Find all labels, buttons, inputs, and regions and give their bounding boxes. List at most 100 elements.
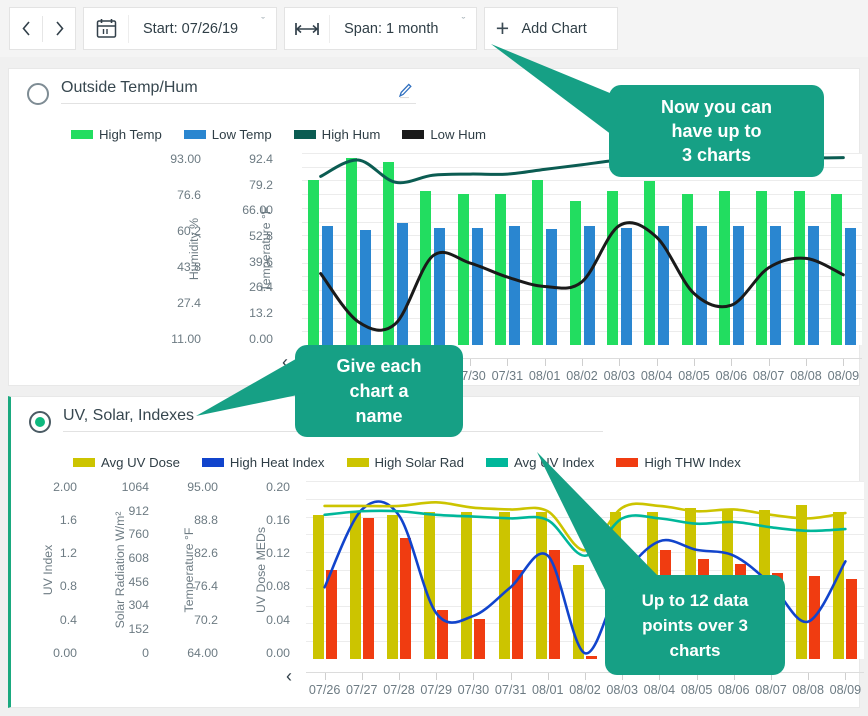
span-label: Span: 1 month: [344, 20, 439, 37]
axis-tick: 152: [128, 622, 149, 637]
axis-tick: 27.4: [177, 295, 201, 310]
axis-tick: 92.4: [249, 152, 273, 166]
x-label: 08/08: [790, 369, 822, 383]
axis-tick: 95.00: [187, 480, 218, 494]
legend-item-high-heat-index[interactable]: High Heat Index: [201, 454, 325, 470]
legend-swatch-icon: [485, 457, 508, 467]
x-label: 07/29: [420, 683, 452, 697]
axis-tick: 0.16: [266, 513, 290, 528]
x-tick: [362, 673, 363, 680]
x-label: 08/06: [718, 683, 750, 697]
axis-tick: 1.2: [59, 546, 77, 561]
legend-label: Avg UV Dose: [101, 454, 180, 470]
callout-line: chart a: [349, 380, 409, 401]
legend-item-low-temp[interactable]: Low Temp: [183, 126, 272, 142]
pencil-icon[interactable]: [397, 81, 413, 104]
axis-tick: 0.08: [266, 579, 290, 594]
callout-line: points over 3: [642, 615, 748, 635]
axis-tick: 13.2: [249, 306, 273, 321]
x-label: 08/01: [532, 683, 564, 697]
x-label: 07/31: [491, 369, 524, 383]
axis-tick: 0.4: [59, 612, 77, 627]
legend-item-high-thw-index[interactable]: High THW Index: [616, 455, 741, 470]
x-label: 08/07: [752, 369, 785, 383]
span-arrows-icon: [285, 8, 329, 49]
callout-line: Up to 12 data: [641, 590, 749, 610]
x-tick: [619, 359, 620, 366]
x-label: 07/30: [457, 683, 490, 697]
legend-item-avg-uv-index[interactable]: Avg UV Index: [485, 455, 594, 470]
axis-title: Temperature °F: [259, 206, 273, 292]
x-tick: [470, 359, 471, 366]
legend-swatch-icon: [201, 457, 224, 467]
x-tick: [473, 673, 474, 680]
x-tick: [731, 359, 732, 366]
axis-tick: 79.2: [249, 177, 273, 192]
axis-tick: 76.6: [177, 187, 201, 202]
x-tick: [582, 359, 583, 366]
legend-item-high-solar-rad[interactable]: High Solar Rad: [346, 454, 464, 470]
legend-item-high-temp[interactable]: High Temp: [71, 127, 162, 142]
legend-label: High Solar Rad: [374, 454, 464, 470]
chart-select-radio-2[interactable]: [29, 411, 51, 433]
span-chevron-down-icon[interactable]: ˇ: [450, 8, 476, 49]
add-chart-button[interactable]: + Add Chart: [484, 7, 618, 50]
legend-label: Low Hum: [430, 126, 487, 142]
legend-label: High THW Index: [644, 454, 741, 470]
x-label: 08/06: [715, 369, 748, 383]
axis-tick: 1.6: [59, 513, 77, 528]
x-label: 08/04: [640, 369, 673, 383]
x-label: 07/26: [308, 683, 341, 697]
span-group[interactable]: Span: 1 month ˇ: [284, 7, 478, 50]
legend-label: High Heat Index: [229, 454, 325, 470]
x-label: 08/05: [678, 369, 710, 383]
chart-scroll-left-button[interactable]: ‹: [286, 667, 292, 685]
x-label: 08/01: [528, 369, 561, 383]
x-label: 07/31: [494, 683, 527, 697]
x-tick: [507, 359, 508, 366]
legend-label: Low Temp: [211, 126, 272, 142]
legend-swatch-icon: [402, 129, 425, 139]
axis-tick: 0.00: [249, 331, 273, 346]
legend-item-low-hum[interactable]: Low Hum: [402, 127, 486, 142]
x-label: 08/02: [569, 683, 601, 697]
legend-swatch-icon: [293, 129, 316, 139]
axis-tick: 0.00: [266, 645, 290, 660]
prev-button[interactable]: [10, 8, 42, 49]
chart-scroll-left-button[interactable]: ‹: [282, 353, 288, 371]
add-chart-label: Add Chart: [521, 20, 587, 37]
chart-select-radio-1[interactable]: [27, 83, 49, 105]
axis-tick: 0.00: [53, 645, 77, 660]
calendar-icon: [84, 8, 128, 49]
chevron-left-icon: [21, 21, 30, 36]
x-label: 08/08: [792, 683, 824, 697]
line-series: [319, 221, 845, 332]
callout-12-points: Up to 12 data points over 3 charts: [605, 575, 785, 675]
axis-title: Humidity %: [187, 217, 201, 281]
legend-label: High Temp: [99, 126, 162, 142]
x-tick: [399, 673, 400, 680]
axis-tick: 70.2: [194, 612, 218, 627]
next-button[interactable]: [43, 8, 75, 49]
axis-tick: 1064: [121, 480, 149, 494]
x-label: 08/03: [606, 683, 638, 697]
x-axis-labels: 07/26 07/27 07/28 07/29 07/30 07/31 08/01 08/02…: [306, 683, 864, 703]
line-series: [323, 509, 847, 558]
x-label: 08/03: [603, 369, 636, 383]
x-tick: [436, 673, 437, 680]
axis-title: Solar Radiation W/m²: [113, 511, 127, 629]
x-label: 08/09: [827, 369, 860, 383]
x-label: 07/28: [383, 683, 415, 697]
axis-tick: 88.8: [194, 513, 218, 528]
start-date-group[interactable]: Start: 07/26/19 ˇ: [83, 7, 278, 50]
x-tick: [511, 673, 512, 680]
chart-title-field-1[interactable]: Outside Temp/Hum: [61, 79, 416, 104]
x-tick: [657, 359, 658, 366]
legend-item-avg-uv-dose[interactable]: Avg UV Dose: [73, 455, 180, 470]
axis-title: UV Index: [41, 544, 55, 596]
axis-tick: 82.6: [194, 546, 218, 561]
start-date-chevron-down-icon[interactable]: ˇ: [250, 8, 276, 49]
axis-title: UV Dose MEDs: [254, 526, 268, 614]
x-label: 08/02: [566, 369, 598, 383]
legend-item-high-hum[interactable]: High Hum: [293, 127, 380, 142]
